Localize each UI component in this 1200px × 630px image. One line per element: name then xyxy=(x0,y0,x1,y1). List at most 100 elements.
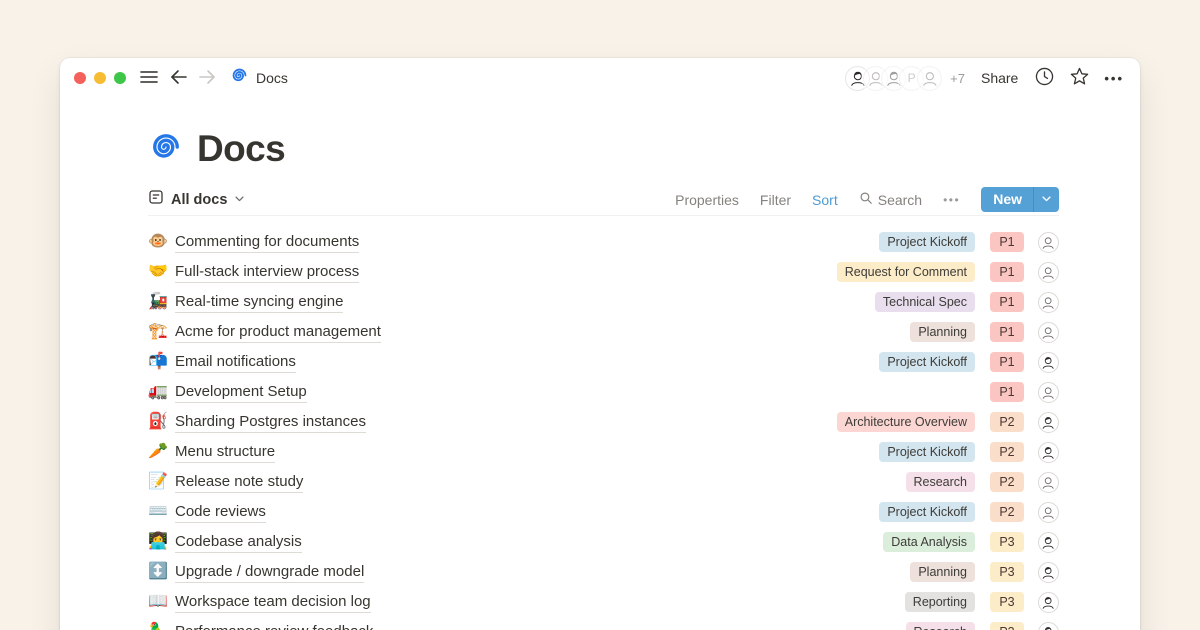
doc-priority-badge[interactable]: P3 xyxy=(990,592,1023,612)
minimize-window-button[interactable] xyxy=(94,72,106,84)
doc-row[interactable]: 🥕 Menu structure Project Kickoff P2 xyxy=(148,437,1059,467)
back-button[interactable] xyxy=(170,69,188,88)
doc-title-link[interactable]: Sharding Postgres instances xyxy=(175,412,366,433)
doc-priority-badge[interactable]: P2 xyxy=(990,502,1023,522)
doc-type-badge[interactable]: Data Analysis xyxy=(883,532,975,552)
collaborator-avatar[interactable] xyxy=(917,66,942,91)
doc-row[interactable]: 📖 Workspace team decision log Reporting … xyxy=(148,587,1059,617)
page-spiral-logo-icon xyxy=(148,129,184,170)
doc-title-link[interactable]: Development Setup xyxy=(175,382,307,403)
doc-owner-avatar[interactable] xyxy=(1038,322,1059,343)
doc-type-badge[interactable]: Request for Comment xyxy=(837,262,975,282)
doc-row[interactable]: 🦜 Performance review feedback Research P… xyxy=(148,617,1059,630)
doc-owner-avatar[interactable] xyxy=(1038,502,1059,523)
doc-owner-avatar[interactable] xyxy=(1038,442,1059,463)
doc-type-badge[interactable]: Research xyxy=(906,472,976,492)
doc-priority-badge[interactable]: P1 xyxy=(990,322,1023,342)
view-label: All docs xyxy=(171,192,227,208)
doc-emoji-icon: 🏗️ xyxy=(148,324,175,340)
doc-type-badge[interactable]: Planning xyxy=(910,562,975,582)
doc-row[interactable]: 🚂 Real-time syncing engine Technical Spe… xyxy=(148,287,1059,317)
doc-row[interactable]: 🏗️ Acme for product management Planning … xyxy=(148,317,1059,347)
doc-owner-avatar[interactable] xyxy=(1038,292,1059,313)
doc-type-badge[interactable]: Project Kickoff xyxy=(879,442,975,462)
doc-owner-avatar[interactable] xyxy=(1038,562,1059,583)
doc-owner-avatar[interactable] xyxy=(1038,412,1059,433)
doc-type-badge[interactable]: Project Kickoff xyxy=(879,352,975,372)
sidebar-toggle-button[interactable] xyxy=(140,70,158,87)
doc-row[interactable]: ↕️ Upgrade / downgrade model Planning P3 xyxy=(148,557,1059,587)
doc-title-link[interactable]: Full-stack interview process xyxy=(175,262,359,283)
share-button[interactable]: Share xyxy=(981,70,1018,86)
doc-title-link[interactable]: Codebase analysis xyxy=(175,532,302,553)
doc-type-badge[interactable]: Reporting xyxy=(905,592,975,612)
doc-row[interactable]: 👩‍💻 Codebase analysis Data Analysis P3 xyxy=(148,527,1059,557)
doc-row[interactable]: 🚛 Development Setup P1 xyxy=(148,377,1059,407)
doc-owner-avatar[interactable] xyxy=(1038,472,1059,493)
doc-owner-avatar[interactable] xyxy=(1038,232,1059,253)
doc-priority-badge[interactable]: P1 xyxy=(990,352,1023,372)
doc-priority-badge[interactable]: P3 xyxy=(990,562,1023,582)
doc-row[interactable]: ⛽ Sharding Postgres instances Architectu… xyxy=(148,407,1059,437)
breadcrumb-page-title[interactable]: Docs xyxy=(256,70,288,86)
doc-emoji-icon: 🦜 xyxy=(148,624,175,630)
properties-button[interactable]: Properties xyxy=(675,192,739,208)
doc-title-link[interactable]: Release note study xyxy=(175,472,303,493)
close-window-button[interactable] xyxy=(74,72,86,84)
doc-priority-badge[interactable]: P1 xyxy=(990,292,1023,312)
doc-row[interactable]: 🐵 Commenting for documents Project Kicko… xyxy=(148,227,1059,257)
doc-title-link[interactable]: Commenting for documents xyxy=(175,232,359,253)
ellipsis-icon: ••• xyxy=(1104,71,1124,86)
page-content: Docs All docs Properties Filter Sort xyxy=(60,126,1140,630)
doc-priority-badge[interactable]: P1 xyxy=(990,232,1023,252)
doc-row[interactable]: 🤝 Full-stack interview process Request f… xyxy=(148,257,1059,287)
doc-owner-avatar[interactable] xyxy=(1038,382,1059,403)
doc-title-link[interactable]: Upgrade / downgrade model xyxy=(175,562,364,583)
doc-title-link[interactable]: Acme for product management xyxy=(175,322,381,343)
collaborator-avatar-stack[interactable]: P xyxy=(845,66,942,91)
doc-owner-avatar[interactable] xyxy=(1038,352,1059,373)
view-more-options-button[interactable]: ••• xyxy=(943,193,960,207)
doc-owner-avatar[interactable] xyxy=(1038,622,1059,630)
doc-priority-badge[interactable]: P2 xyxy=(990,412,1023,432)
forward-button[interactable] xyxy=(198,69,216,88)
arrow-left-icon xyxy=(170,69,188,88)
view-switcher[interactable]: All docs xyxy=(148,189,245,210)
search-icon xyxy=(859,191,873,208)
doc-priority-badge[interactable]: P2 xyxy=(990,472,1023,492)
more-options-button[interactable]: ••• xyxy=(1104,71,1124,86)
database-toolbar: All docs Properties Filter Sort Search •… xyxy=(148,188,1059,216)
doc-title-link[interactable]: Performance review feedback xyxy=(175,622,373,630)
sort-button[interactable]: Sort xyxy=(812,192,838,208)
doc-priority-badge[interactable]: P3 xyxy=(990,622,1023,630)
doc-type-badge[interactable]: Architecture Overview xyxy=(837,412,975,432)
doc-row[interactable]: 📝 Release note study Research P2 xyxy=(148,467,1059,497)
spiral-logo-icon xyxy=(230,66,249,90)
search-button[interactable]: Search xyxy=(859,191,922,208)
doc-priority-badge[interactable]: P3 xyxy=(990,532,1023,552)
doc-owner-avatar[interactable] xyxy=(1038,262,1059,283)
doc-title-link[interactable]: Email notifications xyxy=(175,352,296,373)
doc-priority-badge[interactable]: P2 xyxy=(990,442,1023,462)
doc-type-badge[interactable]: Planning xyxy=(910,322,975,342)
zoom-window-button[interactable] xyxy=(114,72,126,84)
doc-owner-avatar[interactable] xyxy=(1038,532,1059,553)
doc-row[interactable]: 📬 Email notifications Project Kickoff P1 xyxy=(148,347,1059,377)
doc-type-badge[interactable]: Project Kickoff xyxy=(879,502,975,522)
doc-type-badge[interactable]: Technical Spec xyxy=(875,292,975,312)
doc-owner-avatar[interactable] xyxy=(1038,592,1059,613)
filter-button[interactable]: Filter xyxy=(760,192,791,208)
doc-priority-badge[interactable]: P1 xyxy=(990,382,1023,402)
doc-title-link[interactable]: Real-time syncing engine xyxy=(175,292,343,313)
doc-row[interactable]: ⌨️ Code reviews Project Kickoff P2 xyxy=(148,497,1059,527)
doc-type-badge[interactable]: Project Kickoff xyxy=(879,232,975,252)
new-dropdown-button[interactable] xyxy=(1033,187,1059,212)
doc-title-link[interactable]: Workspace team decision log xyxy=(175,592,371,613)
new-button[interactable]: New xyxy=(981,187,1033,212)
history-button[interactable] xyxy=(1034,66,1055,90)
doc-priority-badge[interactable]: P1 xyxy=(990,262,1023,282)
doc-type-badge[interactable]: Research xyxy=(906,622,976,630)
doc-title-link[interactable]: Code reviews xyxy=(175,502,266,523)
favorite-button[interactable] xyxy=(1069,66,1090,90)
doc-title-link[interactable]: Menu structure xyxy=(175,442,275,463)
